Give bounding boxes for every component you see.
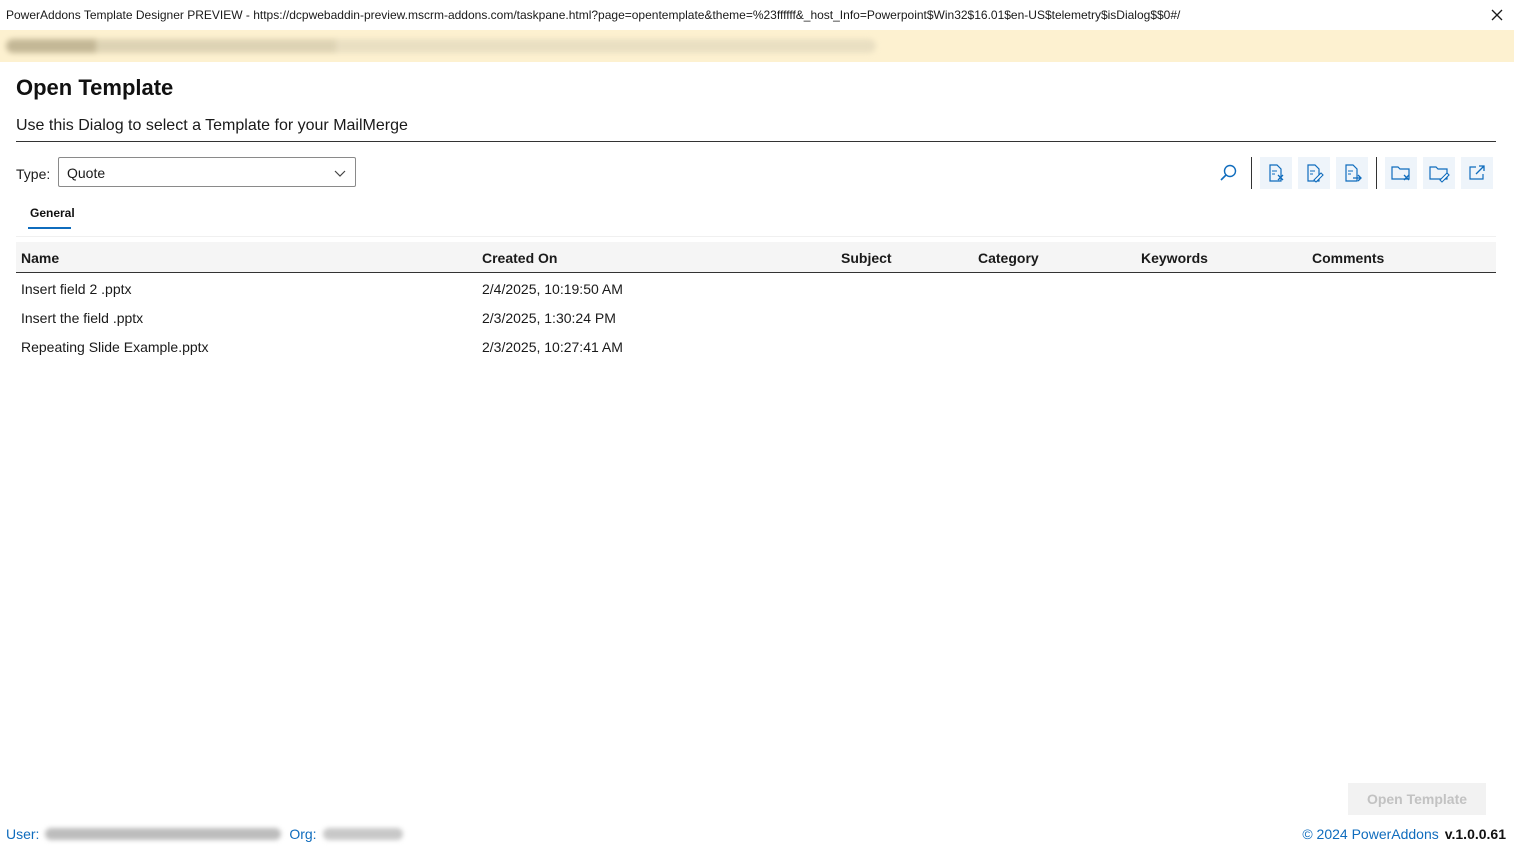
- type-label: Type:: [16, 166, 51, 182]
- version-label: v.1.0.0.61: [1444, 826, 1506, 842]
- column-header-comments[interactable]: Comments: [1312, 250, 1384, 266]
- column-header-keywords[interactable]: Keywords: [1141, 250, 1208, 266]
- redacted-org: [322, 828, 403, 840]
- redacted-user: [45, 828, 282, 840]
- page-title: Open Template: [16, 75, 174, 100]
- cell-created-on: 2/3/2025, 1:30:24 PM: [482, 310, 616, 326]
- dialog-window: PowerAddons Template Designer PREVIEW - …: [0, 0, 1514, 855]
- delete-folder-icon: [1391, 166, 1410, 181]
- close-icon: [1491, 9, 1503, 21]
- move-file-icon: [1345, 164, 1362, 182]
- search-button[interactable]: [1212, 157, 1244, 189]
- org-label: Org:: [289, 826, 317, 842]
- table-row[interactable]: Insert the field .pptx 2/3/2025, 1:30:24…: [16, 302, 1496, 331]
- chevron-down-icon: [334, 170, 346, 177]
- template-toolbar: [1210, 157, 1500, 189]
- cell-name: Repeating Slide Example.pptx: [21, 339, 209, 355]
- column-header-created-on[interactable]: Created On: [482, 250, 557, 266]
- column-header-subject[interactable]: Subject: [841, 250, 892, 266]
- table-header: Name Created On Subject Category Keyword…: [16, 242, 1496, 273]
- title-bar: PowerAddons Template Designer PREVIEW - …: [0, 0, 1514, 30]
- copyright-link[interactable]: © 2024 PowerAddons: [1302, 826, 1438, 842]
- active-tab-indicator: [28, 227, 71, 229]
- table-row[interactable]: Insert field 2 .pptx 2/4/2025, 10:19:50 …: [16, 273, 1496, 302]
- open-external-icon: [1469, 165, 1485, 180]
- edit-template-button[interactable]: [1298, 157, 1330, 189]
- type-dropdown-value: Quote: [67, 165, 106, 181]
- redacted-banner-text: [6, 39, 876, 53]
- open-external-button[interactable]: [1461, 157, 1493, 189]
- edit-folder-button[interactable]: [1423, 157, 1455, 189]
- delete-file-icon: [1269, 164, 1284, 182]
- open-template-button[interactable]: Open Template: [1348, 783, 1486, 815]
- column-header-name[interactable]: Name: [21, 250, 59, 266]
- cell-name: Insert the field .pptx: [21, 310, 144, 326]
- footer-brand: © 2024 PowerAddons v.1.0.0.61: [1302, 826, 1506, 842]
- delete-template-button[interactable]: [1260, 157, 1292, 189]
- column-header-category[interactable]: Category: [978, 250, 1039, 266]
- window-title: PowerAddons Template Designer PREVIEW - …: [6, 8, 1181, 22]
- search-icon: [1220, 164, 1237, 181]
- close-button[interactable]: [1486, 4, 1508, 26]
- notification-banner: [0, 30, 1514, 62]
- header-divider: [16, 141, 1496, 142]
- type-dropdown[interactable]: Quote: [58, 157, 356, 187]
- edit-file-icon: [1307, 164, 1324, 183]
- toolbar-separator: [1251, 157, 1252, 189]
- toolbar-separator: [1376, 157, 1377, 189]
- cell-created-on: 2/4/2025, 10:19:50 AM: [482, 281, 623, 297]
- move-template-button[interactable]: [1336, 157, 1368, 189]
- cell-name: Insert field 2 .pptx: [21, 281, 132, 297]
- delete-folder-button[interactable]: [1385, 157, 1417, 189]
- user-label: User:: [6, 826, 40, 842]
- cell-created-on: 2/3/2025, 10:27:41 AM: [482, 339, 623, 355]
- edit-folder-icon: [1429, 166, 1450, 183]
- footer-user-info: User: Org:: [6, 826, 403, 842]
- table-row[interactable]: Repeating Slide Example.pptx 2/3/2025, 1…: [16, 331, 1496, 360]
- page-subtitle: Use this Dialog to select a Template for…: [16, 117, 408, 134]
- tab-bar: General: [16, 200, 1496, 237]
